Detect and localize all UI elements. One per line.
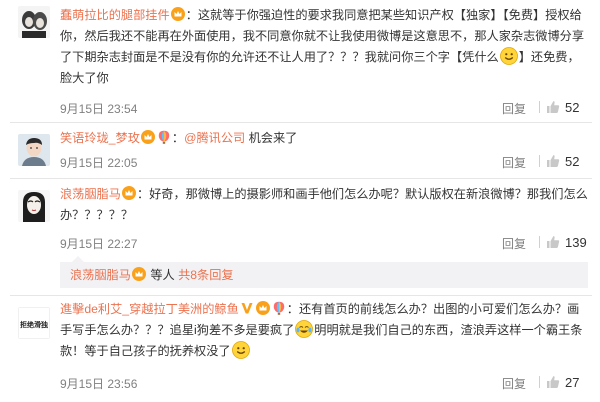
view-all-replies-link[interactable]: 共8条回复 <box>178 268 234 282</box>
like-button[interactable]: 52 <box>546 154 579 169</box>
avatar[interactable] <box>18 134 50 166</box>
balloon-icon[interactable] <box>157 130 171 144</box>
reply-button[interactable]: 回复 <box>502 154 526 171</box>
comment-time: 9月15日 22:27 <box>60 237 138 251</box>
thumbs-up-icon <box>547 155 560 167</box>
subreply-box[interactable]: 浪荡胭脂马 等人 共8条回复 <box>60 262 588 288</box>
comment-text: 蠢萌拉比的腿部挂件 ：这就等于你强迫性的要求我同意把某些知识产权【独家】【免费】授… <box>60 5 588 89</box>
comment-body-end: 机会来了 <box>245 131 298 145</box>
mention-link[interactable]: @腾讯公司 <box>184 131 245 145</box>
like-count: 27 <box>565 375 580 390</box>
thumbs-up-icon <box>547 236 560 248</box>
like-button[interactable]: 52 <box>546 100 579 115</box>
like-count: 52 <box>565 100 580 115</box>
comment-body: ：好奇，那微博上的摄影师和画手他们怎么办呢？默认版权在新浪微博？那我们怎么办？？… <box>60 187 588 222</box>
comment-meta: 9月15日 23:56 回复 27 <box>60 375 588 391</box>
like-count: 139 <box>565 235 587 250</box>
subreply-username[interactable]: 浪荡胭脂马 <box>70 268 131 282</box>
comment-username[interactable]: 進擊de利艾_穿越拉丁美洲的鲸鱼 <box>60 302 239 316</box>
thumbs-up-icon <box>547 376 560 388</box>
meta-separator <box>539 376 540 388</box>
comment-item: 蠢萌拉比的腿部挂件 ：这就等于你强迫性的要求我同意把某些知识产权【独家】【免费】授… <box>0 0 600 118</box>
comment-text: 浪荡胭脂马 ：好奇，那微博上的摄影师和画手他们怎么办呢？默认版权在新浪微博？那我们… <box>60 184 588 226</box>
comment-username[interactable]: 蠢萌拉比的腿部挂件 <box>60 8 170 22</box>
like-button[interactable]: 139 <box>546 235 587 250</box>
comment-text: 笑语玲珑_梦玫 ：@腾讯公司 机会来了 <box>60 128 588 149</box>
avatar[interactable] <box>18 190 50 222</box>
comment-body: ： <box>171 131 185 145</box>
vip-v-icon[interactable] <box>240 301 254 315</box>
like-button[interactable]: 27 <box>546 375 579 390</box>
thumbs-up-icon <box>547 101 560 113</box>
avatar-text: 拒绝滑独 <box>20 320 48 329</box>
comment-meta: 9月15日 22:27 回复 139 <box>60 235 588 251</box>
vip-crown-icon[interactable] <box>131 267 146 281</box>
vip-crown-icon[interactable] <box>255 301 270 315</box>
balloon-icon[interactable] <box>272 301 286 315</box>
vip-crown-icon[interactable] <box>140 130 155 144</box>
avatar[interactable]: 拒绝滑独 <box>18 307 50 339</box>
smiley-emoji <box>231 341 250 359</box>
subreply-text: 等人 <box>146 268 179 282</box>
smiley-emoji <box>499 47 518 65</box>
comment-username[interactable]: 笑语玲珑_梦玫 <box>60 131 140 145</box>
meta-separator <box>539 101 540 113</box>
meta-separator <box>539 236 540 248</box>
comment-item: 笑语玲珑_梦玫 ：@腾讯公司 机会来了 9月15日 22:05 回复 52 <box>0 122 600 172</box>
comment-username[interactable]: 浪荡胭脂马 <box>60 187 121 201</box>
comment-meta: 9月15日 23:54 回复 52 <box>60 100 588 116</box>
comment-time: 9月15日 22:05 <box>60 156 138 170</box>
reply-button[interactable]: 回复 <box>502 375 526 392</box>
like-count: 52 <box>565 154 580 169</box>
reply-button[interactable]: 回复 <box>502 100 526 117</box>
meta-separator <box>539 155 540 167</box>
comment-item: 拒绝滑独 進擊de利艾_穿越拉丁美洲的鲸鱼 ：还有首页的前线怎么办？出图的小可爱们… <box>0 295 600 402</box>
comment-meta: 9月15日 22:05 回复 52 <box>60 154 588 170</box>
comment-time: 9月15日 23:54 <box>60 102 138 116</box>
comment-time: 9月15日 23:56 <box>60 377 138 391</box>
comment-text: 進擊de利艾_穿越拉丁美洲的鲸鱼 ：还有首页的前线怎么办？出图的小可爱们怎么办？画… <box>60 299 588 362</box>
vip-crown-icon[interactable] <box>170 7 185 21</box>
vip-crown-icon[interactable] <box>121 186 136 200</box>
reply-button[interactable]: 回复 <box>502 235 526 252</box>
avatar[interactable] <box>18 6 50 38</box>
crying-laughing-emoji <box>295 320 314 338</box>
